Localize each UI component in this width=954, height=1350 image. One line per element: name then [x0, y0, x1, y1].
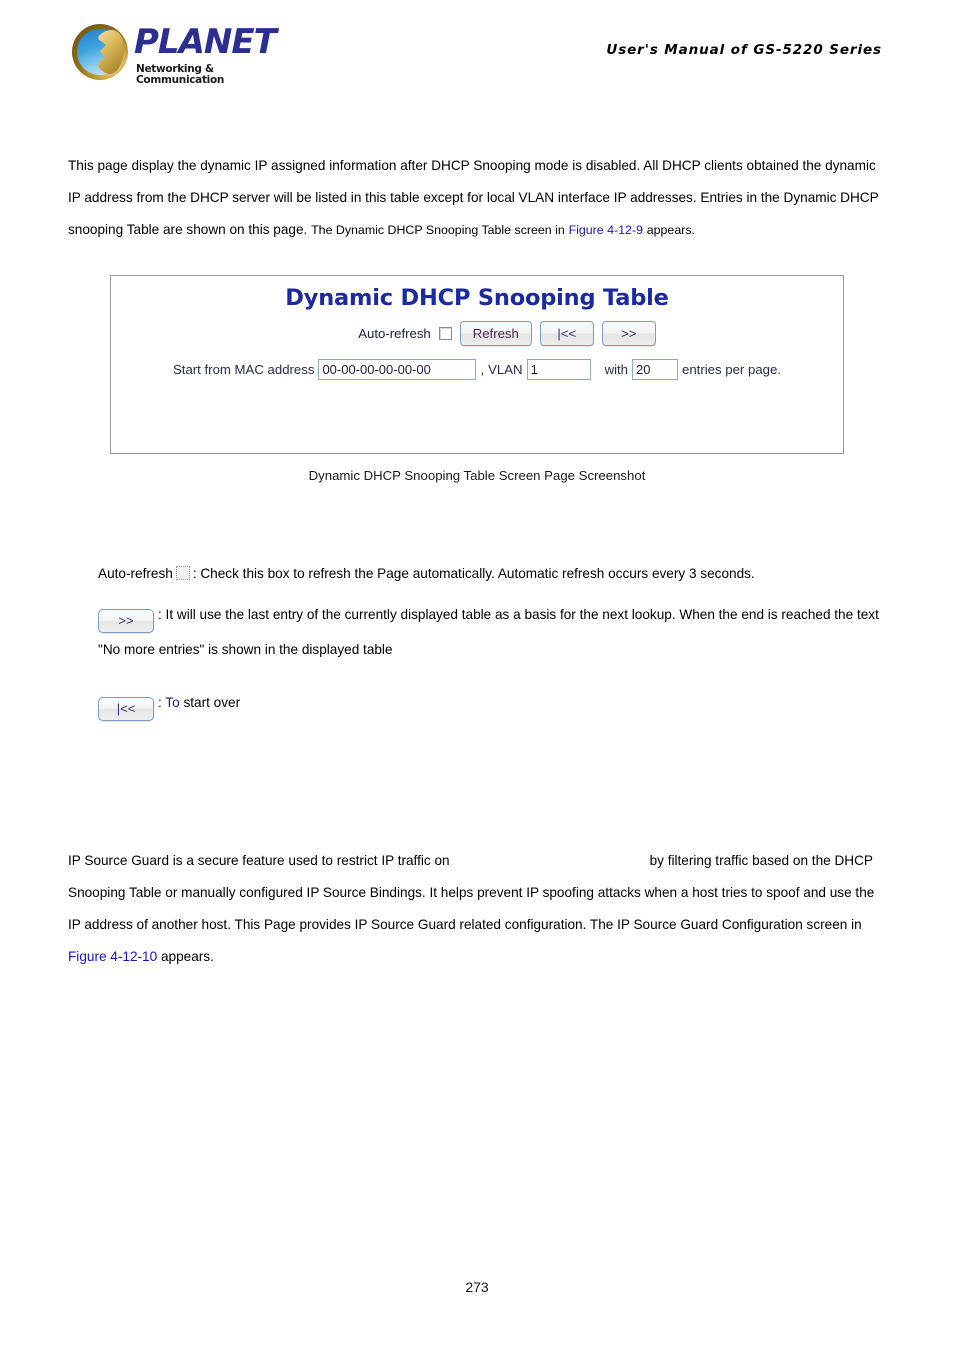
refresh-button[interactable]: Refresh: [459, 321, 532, 346]
figure-caption: Dynamic DHCP Snooping Table Screen Page …: [308, 468, 646, 483]
figure-link-4-12-9[interactable]: Figure 4-12-9: [569, 223, 643, 237]
entries-per-page-input[interactable]: 20: [632, 359, 679, 380]
auto-refresh-checkbox-glyph[interactable]: [175, 566, 190, 580]
intro-paragraph: This page display the dynamic IP assigne…: [68, 150, 886, 246]
dhcp-snooping-table-screenshot: Dynamic DHCP Snooping Table Auto-refresh…: [110, 275, 844, 454]
auto-refresh-label: Auto-refresh: [358, 326, 431, 341]
definition-auto-refresh-desc: : Check this box to refresh the Page aut…: [192, 566, 755, 581]
ipsg-text-part3: appears.: [160, 949, 214, 964]
panel-title: Dynamic DHCP Snooping Table: [285, 285, 669, 311]
with-label: with: [604, 362, 629, 377]
definition-first-button: |<< : To start over: [98, 686, 888, 721]
definition-auto-refresh: Auto-refresh : Check this box to refresh …: [98, 557, 888, 591]
figure-link-4-12-10[interactable]: Figure 4-12-10: [68, 949, 157, 964]
panel-filter-row: Start from MAC address 00-00-00-00-00-00…: [111, 359, 843, 380]
definition-first-button-desc-navy: : To: [158, 695, 180, 710]
definition-next-button-desc: : It will use the last entry of the curr…: [98, 607, 879, 657]
manual-title: User's Manual of GS-5220 Series: [606, 42, 882, 58]
planet-logo: PLANET Networking & Communication: [72, 22, 277, 86]
next-page-button-glyph[interactable]: >>: [98, 609, 154, 633]
comma-separator: ,: [480, 362, 485, 377]
vlan-input[interactable]: 1: [526, 359, 591, 380]
next-page-button[interactable]: >>: [601, 321, 656, 346]
definition-next-button: >>: It will use the last entry of the cu…: [98, 598, 888, 667]
panel-toolbar: Auto-refresh Refresh |<< >>: [111, 321, 843, 346]
logo-wordmark: PLANET: [134, 22, 277, 62]
globe-face-icon: [72, 24, 128, 80]
mac-address-label: Start from MAC address: [173, 362, 315, 377]
ipsg-text-part1: IP Source Guard is a secure feature used…: [68, 853, 450, 868]
mac-address-input[interactable]: 00-00-00-00-00-00: [318, 359, 477, 380]
logo-tagline: Networking & Communication: [136, 63, 225, 86]
first-page-button-glyph[interactable]: |<<: [98, 697, 154, 721]
vlan-label: VLAN: [488, 362, 523, 377]
entries-per-page-label: entries per page.: [682, 362, 781, 377]
auto-refresh-checkbox[interactable]: [438, 327, 452, 340]
intro-text-small-2: appears.: [646, 223, 695, 237]
definition-first-button-desc-rest: start over: [183, 695, 241, 710]
first-page-button[interactable]: |<<: [539, 321, 594, 346]
definition-auto-refresh-term: Auto-refresh: [98, 566, 173, 581]
ip-source-guard-paragraph: IP Source Guard is a secure feature used…: [68, 845, 886, 973]
intro-text-small-1: The Dynamic DHCP Snooping Table screen i…: [311, 223, 565, 237]
page-header: PLANET Networking & Communication User's…: [0, 0, 954, 100]
page-number: 273: [465, 1279, 489, 1295]
